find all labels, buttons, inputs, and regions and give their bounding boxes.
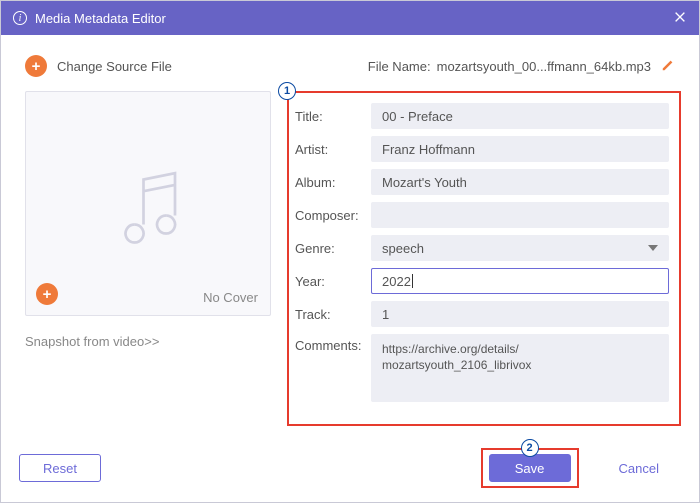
callout-2: 2 — [521, 439, 539, 457]
cover-art-box[interactable]: + No Cover — [25, 91, 271, 316]
edit-filename-icon[interactable] — [661, 58, 675, 75]
album-field[interactable]: Mozart's Youth — [371, 169, 669, 195]
track-label: Track: — [295, 307, 371, 322]
body: + Change Source File File Name: mozartsy… — [1, 35, 699, 438]
footer: Reset 2 Save Cancel — [1, 438, 699, 502]
genre-label: Genre: — [295, 241, 371, 256]
file-name-label: File Name: — [368, 59, 431, 74]
album-label: Album: — [295, 175, 371, 190]
add-source-button[interactable]: + — [25, 55, 47, 77]
track-field[interactable]: 1 — [371, 301, 669, 327]
year-label: Year: — [295, 274, 371, 289]
title-field[interactable]: 00 - Preface — [371, 103, 669, 129]
composer-label: Composer: — [295, 208, 371, 223]
reset-button[interactable]: Reset — [19, 454, 101, 482]
metadata-editor-window: i Media Metadata Editor + Change Source … — [0, 0, 700, 503]
title-label: Title: — [295, 109, 371, 124]
title-row: Title: 00 - Preface — [295, 103, 669, 129]
music-note-icon — [103, 157, 193, 250]
no-cover-label: No Cover — [203, 290, 258, 305]
titlebar: i Media Metadata Editor — [1, 1, 699, 35]
window-title: Media Metadata Editor — [35, 11, 166, 26]
composer-field[interactable] — [371, 202, 669, 228]
artist-field[interactable]: Franz Hoffmann — [371, 136, 669, 162]
top-row: + Change Source File File Name: mozartsy… — [25, 55, 675, 77]
file-name-value: mozartsyouth_00...ffmann_64kb.mp3 — [437, 59, 651, 74]
info-icon: i — [13, 11, 27, 25]
comments-field[interactable]: https://archive.org/details/ mozartsyout… — [371, 334, 669, 402]
year-field[interactable]: 2022 — [371, 268, 669, 294]
year-row: Year: 2022 — [295, 268, 669, 294]
artist-row: Artist: Franz Hoffmann — [295, 136, 669, 162]
save-highlight: 2 Save — [481, 448, 579, 488]
add-cover-button[interactable]: + — [36, 283, 58, 305]
comments-label: Comments: — [295, 334, 371, 353]
genre-select[interactable]: speech — [371, 235, 669, 261]
genre-row: Genre: speech — [295, 235, 669, 261]
snapshot-from-video-link[interactable]: Snapshot from video>> — [25, 334, 265, 349]
main-area: + No Cover Snapshot from video>> 1 Title… — [19, 91, 681, 426]
comments-row: Comments: https://archive.org/details/ m… — [295, 334, 669, 402]
composer-row: Composer: — [295, 202, 669, 228]
cover-column: + No Cover Snapshot from video>> — [19, 91, 265, 426]
callout-1: 1 — [278, 82, 296, 100]
artist-label: Artist: — [295, 142, 371, 157]
save-button[interactable]: Save — [489, 454, 571, 482]
close-icon[interactable] — [673, 10, 687, 27]
cancel-button[interactable]: Cancel — [597, 454, 681, 482]
track-row: Track: 1 — [295, 301, 669, 327]
metadata-form: 1 Title: 00 - Preface Artist: Franz Hoff… — [287, 91, 681, 426]
change-source-link[interactable]: Change Source File — [57, 59, 172, 74]
album-row: Album: Mozart's Youth — [295, 169, 669, 195]
